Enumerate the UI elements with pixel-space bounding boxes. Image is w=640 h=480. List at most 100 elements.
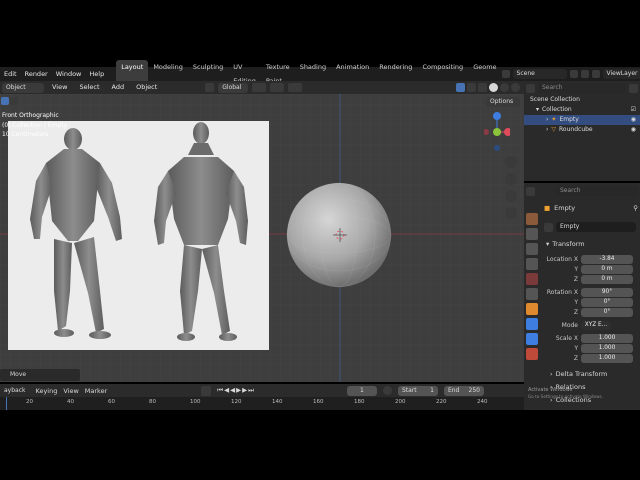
playback-controls[interactable]: ⏮◀◀▶▶⏭ (217, 386, 255, 395)
tool-tab-icon[interactable] (526, 213, 538, 225)
material-shading-icon[interactable] (500, 83, 509, 92)
output-tab-icon[interactable] (526, 243, 538, 255)
orientation-selector[interactable]: Global (218, 82, 249, 93)
zoom-icon[interactable] (505, 156, 517, 168)
camera-icon[interactable] (505, 190, 517, 202)
expand-arrow-icon[interactable]: › (546, 115, 548, 125)
constraints-tab-icon[interactable] (526, 333, 538, 345)
snap-icon[interactable] (270, 83, 285, 92)
3d-viewport[interactable]: Front Orthographic (0) Collection | Empt… (0, 94, 524, 382)
rotation-y-field[interactable]: 0° (581, 298, 633, 307)
operator-name: Move (10, 371, 27, 378)
timeline-tick-label: 80 (149, 399, 156, 405)
scale-x-field[interactable]: 1.000 (581, 334, 633, 343)
proportional-edit-icon[interactable] (288, 83, 303, 92)
menu-window[interactable]: Window (52, 67, 86, 81)
current-frame-field[interactable]: 1 (346, 385, 377, 396)
playback-menu[interactable]: ayback (0, 385, 30, 396)
close-scene-icon[interactable] (580, 70, 589, 78)
options-dropdown[interactable]: Options (486, 97, 520, 107)
scene-collection-row[interactable]: Scene Collection (524, 95, 640, 105)
timeline-ruler[interactable]: 20 40 60 80 100 120 140 160 180 200 220 240 (0, 397, 524, 410)
view-layer-selector[interactable]: ViewLayer (602, 69, 640, 79)
start-frame-field[interactable]: Start 1 (397, 385, 438, 396)
object-name-field[interactable]: Empty (556, 222, 636, 232)
rotation-z-field[interactable]: 0° (581, 308, 633, 317)
timeline-view-menu[interactable]: View (63, 387, 78, 395)
scene-selector[interactable]: Scene (512, 69, 567, 79)
timeline-tick-label: 200 (395, 399, 406, 405)
rotation-x-field[interactable]: 90° (581, 288, 633, 297)
visibility-eye-icon[interactable]: ◉ (631, 125, 640, 135)
outliner-item-label: Empty (559, 116, 579, 123)
location-z-field[interactable]: 0 m (581, 275, 633, 284)
expand-arrow-icon[interactable]: › (546, 125, 548, 135)
anatomy-figures (30, 122, 248, 341)
rendered-shading-icon[interactable] (511, 83, 520, 92)
physics-tab-icon[interactable] (526, 318, 538, 330)
copy-scene-icon[interactable] (569, 70, 578, 78)
empty-object-icon: ✦ (551, 116, 557, 123)
grid-toggle-icon[interactable] (505, 207, 517, 219)
rotation-mode-dropdown[interactable]: XYZ E... (581, 321, 611, 330)
marker-menu[interactable]: Marker (85, 387, 107, 395)
scene-tab-icon[interactable] (526, 273, 538, 285)
end-label: End (447, 386, 460, 394)
pin-icon[interactable]: ⚲ (633, 204, 638, 212)
world-tab-icon[interactable] (526, 288, 538, 300)
view-layer-icon[interactable] (591, 70, 600, 78)
collection-checkbox-icon[interactable]: ☑ (631, 105, 640, 115)
outliner-search[interactable]: Search (538, 83, 626, 93)
delta-transform-header[interactable]: › Delta Transform (550, 370, 607, 378)
pivot-icon[interactable] (252, 83, 267, 92)
add-menu[interactable]: Add (108, 81, 129, 94)
scale-y-field[interactable]: 1.000 (581, 344, 633, 353)
navigation-gizmo[interactable] (484, 110, 510, 154)
data-tab-icon[interactable] (526, 348, 538, 360)
auto-key-icon[interactable] (201, 385, 212, 396)
mode-selector[interactable]: Object Mode (2, 82, 44, 101)
collection-info: (0) Collection | Empty (2, 122, 68, 129)
keying-menu[interactable]: Keying (36, 387, 58, 395)
clock-icon[interactable] (382, 386, 392, 395)
reference-image[interactable] (8, 121, 269, 350)
playhead[interactable] (6, 397, 7, 410)
outliner-type-icon[interactable] (526, 83, 535, 93)
outliner-item-empty[interactable]: › ✦ Empty ◉ (524, 115, 640, 125)
visibility-eye-icon[interactable]: ◉ (631, 115, 640, 125)
outliner-item-roundcube[interactable]: › ▽ Roundcube ◉ (524, 125, 640, 135)
view-name: Front Orthographic (2, 112, 59, 119)
end-value: 250 (468, 386, 480, 394)
view-layer-tab-icon[interactable] (526, 258, 538, 270)
transform-panel-header[interactable]: ▾ Transform (546, 240, 585, 248)
select-box-icon[interactable] (1, 97, 9, 105)
select-menu[interactable]: Select (75, 81, 103, 94)
overlay-icon[interactable] (467, 83, 476, 92)
last-operator-panel[interactable]: Move (0, 369, 80, 381)
location-y-field[interactable]: 0 m (581, 265, 633, 274)
collection-row[interactable]: ▾ Collection ☑ (524, 105, 640, 115)
menu-render[interactable]: Render (21, 67, 52, 81)
solid-shading-icon[interactable] (489, 83, 498, 92)
menu-help[interactable]: Help (85, 67, 108, 81)
expand-arrow-icon[interactable]: ▾ (536, 105, 539, 115)
properties-search[interactable]: Search (556, 186, 638, 196)
gizmo-toggle-icon[interactable] (456, 83, 465, 92)
end-frame-field[interactable]: End 250 (443, 385, 484, 396)
object-tab-icon[interactable] (526, 303, 538, 315)
select-extend-icon[interactable] (10, 97, 18, 105)
properties-type-icon[interactable] (526, 186, 535, 196)
view-menu[interactable]: View (48, 81, 71, 94)
pan-hand-icon[interactable] (505, 173, 517, 185)
collections-header[interactable]: › Collections (550, 396, 591, 404)
menu-edit[interactable]: Edit (0, 67, 21, 81)
render-tab-icon[interactable] (526, 228, 538, 240)
xray-icon[interactable] (478, 83, 487, 92)
filter-icon[interactable] (629, 83, 638, 93)
scale-z-field[interactable]: 1.000 (581, 354, 633, 363)
scene-icon[interactable] (501, 70, 510, 78)
orientation-icon[interactable] (205, 83, 215, 92)
object-menu[interactable]: Object (132, 81, 161, 94)
location-x-field[interactable]: -3.84 (581, 255, 633, 264)
object-icon[interactable] (544, 222, 553, 232)
